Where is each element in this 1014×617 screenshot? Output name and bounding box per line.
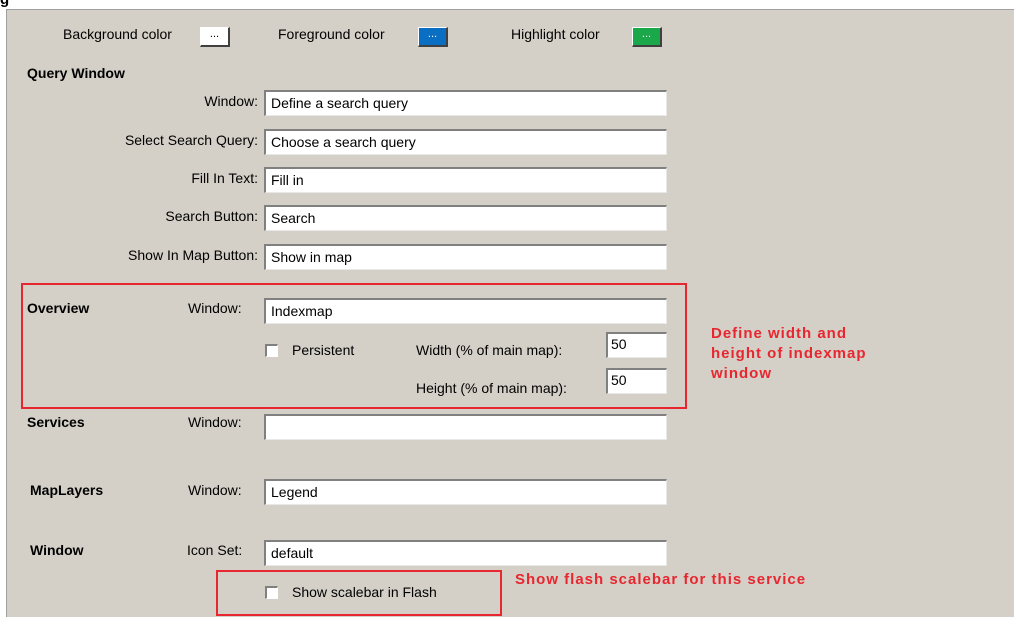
overview-header: Overview xyxy=(27,300,90,316)
background-color-label: Background color xyxy=(63,26,172,42)
services-header: Services xyxy=(27,414,85,430)
settings-panel: Background color ... Foreground color ..… xyxy=(6,9,1014,617)
fill-in-text-field[interactable]: Fill in xyxy=(264,167,667,193)
height-percent-field[interactable]: 50 xyxy=(606,368,667,394)
search-button-field[interactable]: Search xyxy=(264,205,667,231)
services-window-field[interactable] xyxy=(264,414,667,440)
show-in-map-button-field[interactable]: Show in map xyxy=(264,244,667,270)
query-window-field[interactable]: Define a search query xyxy=(264,90,667,116)
services-window-label: Window: xyxy=(188,414,242,430)
show-scalebar-checkbox[interactable] xyxy=(265,586,278,599)
width-percent-field[interactable]: 50 xyxy=(606,332,667,358)
maplayers-window-label: Window: xyxy=(188,482,242,498)
search-button-label: Search Button: xyxy=(165,208,258,224)
icon-set-label: Icon Set: xyxy=(187,542,243,558)
overview-annotation-line-1: Define width and xyxy=(711,325,847,342)
query-window-header: Query Window xyxy=(27,65,125,81)
foreground-color-label: Foreground color xyxy=(278,26,385,42)
width-percent-label: Width (% of main map): xyxy=(416,342,563,358)
show-in-map-button-label: Show In Map Button: xyxy=(128,247,258,263)
cropped-caption: g xyxy=(0,0,9,8)
maplayers-window-field[interactable]: Legend xyxy=(264,479,667,505)
foreground-color-button[interactable]: ... xyxy=(418,27,448,47)
highlight-color-button[interactable]: ... xyxy=(632,27,662,47)
persistent-checkbox[interactable] xyxy=(265,344,278,357)
icon-set-field[interactable]: default xyxy=(264,540,667,566)
select-search-query-field[interactable]: Choose a search query xyxy=(264,129,667,155)
maplayers-header: MapLayers xyxy=(30,482,104,498)
overview-annotation-line-2: height of indexmap xyxy=(711,345,867,362)
query-window-label: Window: xyxy=(204,93,258,109)
overview-annotation-line-3: window xyxy=(711,365,772,382)
background-color-button[interactable]: ... xyxy=(200,27,230,47)
overview-window-field[interactable]: Indexmap xyxy=(264,298,667,324)
persistent-label: Persistent xyxy=(292,342,355,358)
top-strip: g xyxy=(0,0,1014,9)
highlight-color-label: Highlight color xyxy=(511,26,600,42)
fill-in-text-label: Fill In Text: xyxy=(191,170,258,186)
height-percent-label: Height (% of main map): xyxy=(416,380,567,396)
window-header: Window xyxy=(30,542,84,558)
show-scalebar-label: Show scalebar in Flash xyxy=(292,584,437,600)
scalebar-annotation: Show flash scalebar for this service xyxy=(515,571,807,588)
overview-window-label: Window: xyxy=(188,300,242,316)
select-search-query-label: Select Search Query: xyxy=(124,132,258,148)
overview-annotation: Define width and height of indexmap wind… xyxy=(711,324,867,384)
